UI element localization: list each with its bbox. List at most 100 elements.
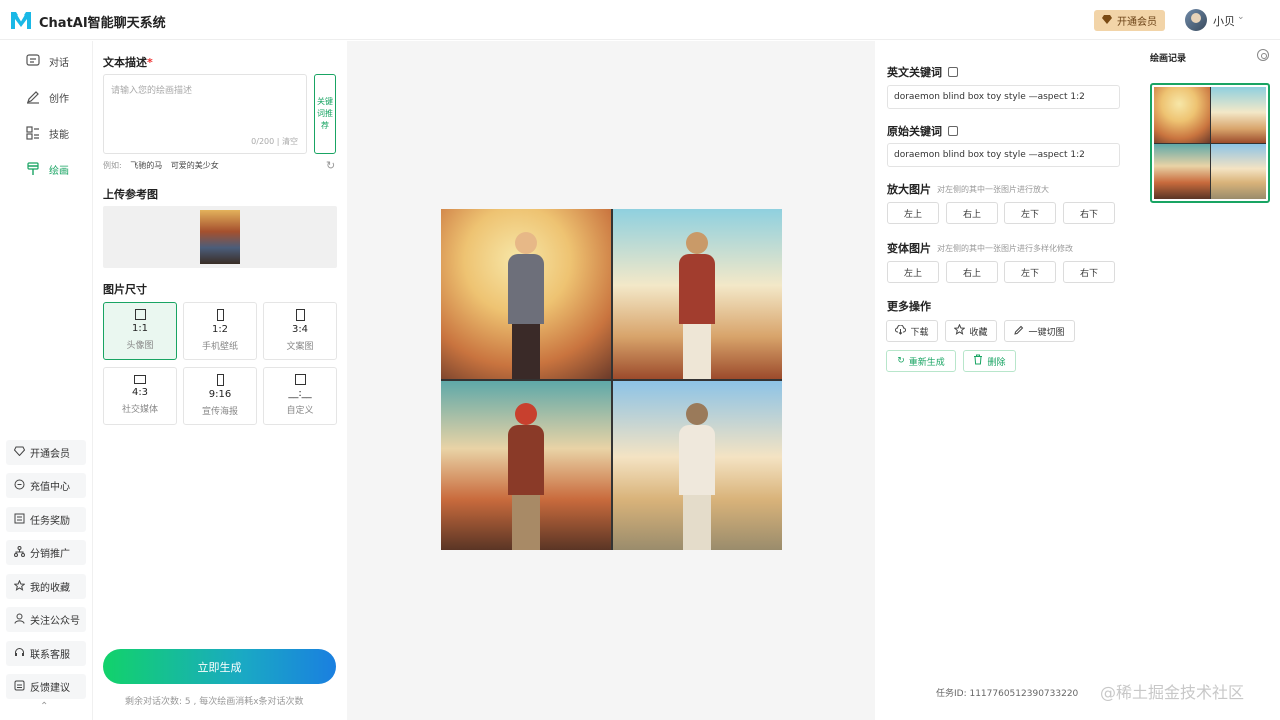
- variation-bottom-right-button[interactable]: 右下: [1063, 261, 1115, 283]
- generated-image-grid[interactable]: [441, 209, 782, 550]
- size-label: 手机壁纸: [201, 342, 238, 352]
- variation-top-left-button[interactable]: 左上: [887, 261, 939, 283]
- delete-button[interactable]: 删除: [963, 350, 1016, 372]
- star-icon: [953, 323, 967, 338]
- grid-icon: [25, 125, 41, 141]
- favorite-button[interactable]: 收藏: [945, 320, 997, 342]
- brush-icon: [25, 161, 41, 177]
- orig-keyword-title: 原始关键词: [887, 123, 958, 139]
- orig-keyword-field[interactable]: doraemon blind box toy style —aspect 1:2: [887, 143, 1120, 167]
- prompt-input[interactable]: 请输入您的绘画描述 0/200 | 清空: [103, 74, 307, 154]
- history-thumbnail-grid: [1154, 87, 1266, 199]
- diamond-icon: [13, 446, 26, 459]
- user-name[interactable]: 小贝: [1213, 13, 1235, 29]
- bottom-item-label: 我的收藏: [30, 583, 70, 594]
- size-option-custom[interactable]: __:__ 自定义: [263, 367, 337, 425]
- counter-value: 0/200: [251, 137, 275, 146]
- pencil-icon: [25, 89, 41, 105]
- square-ratio-icon: [134, 309, 146, 320]
- edit-icon: [1014, 325, 1024, 338]
- nav-item-create[interactable]: 创作: [25, 86, 85, 108]
- size-option-1-2[interactable]: 1:2 手机壁纸: [183, 302, 257, 360]
- history-title: 绘画记录: [1150, 54, 1187, 64]
- share-icon: [14, 545, 25, 560]
- user-icon: [14, 613, 25, 627]
- nav-item-skills[interactable]: 技能: [25, 122, 85, 144]
- download-button[interactable]: 下载: [886, 320, 938, 342]
- size-option-3-4[interactable]: 3:4 文案图: [263, 302, 337, 360]
- square-ratio-icon: [294, 374, 306, 385]
- reference-image-upload[interactable]: [103, 206, 337, 268]
- size-label: 文案图: [286, 342, 314, 352]
- generated-image-top-right[interactable]: [612, 209, 782, 379]
- upscale-top-left-button[interactable]: 左上: [887, 202, 939, 224]
- prompt-placeholder: 请输入您的绘画描述: [111, 86, 193, 96]
- bottom-item-tasks[interactable]: 任务奖励: [6, 507, 86, 532]
- vip-label: 开通会员: [1117, 17, 1157, 28]
- cut-image-button[interactable]: 一键切图: [1004, 320, 1075, 342]
- figure-head: [514, 403, 537, 425]
- bottom-item-vip[interactable]: 开通会员: [6, 440, 86, 465]
- size-option-4-3[interactable]: 4:3 社交媒体: [103, 367, 177, 425]
- figure-legs: [511, 495, 540, 550]
- bottom-item-favorites[interactable]: 我的收藏: [6, 574, 86, 599]
- en-keyword-field[interactable]: doraemon blind box toy style —aspect 1:2: [887, 85, 1120, 109]
- more-ops-title: 更多操作: [887, 300, 931, 313]
- figure-head: [686, 403, 709, 425]
- generated-image-bottom-left[interactable]: [441, 380, 611, 550]
- generate-button[interactable]: 立即生成: [103, 649, 336, 684]
- app-title: ChatAI智能聊天系统: [39, 16, 166, 31]
- app-logo-icon[interactable]: [10, 10, 32, 30]
- figure-shape: [679, 231, 716, 379]
- regenerate-label: 重新生成: [908, 357, 945, 368]
- figure-body: [507, 425, 544, 495]
- gear-icon[interactable]: [1257, 49, 1269, 61]
- example-item[interactable]: 飞驰的马: [130, 161, 162, 170]
- nav-label: 技能: [49, 129, 69, 141]
- reference-image-thumbnail[interactable]: [200, 210, 240, 264]
- example-item[interactable]: 可爱的美少女: [171, 161, 219, 170]
- upscale-top-right-button[interactable]: 右上: [946, 202, 998, 224]
- refresh-icon[interactable]: ↻: [326, 159, 335, 172]
- bottom-item-recharge[interactable]: 充值中心: [6, 473, 86, 498]
- upscale-bottom-right-button[interactable]: 右下: [1063, 202, 1115, 224]
- chevron-down-icon[interactable]: ⌄: [1237, 12, 1245, 22]
- header-vip-button[interactable]: 开通会员: [1094, 10, 1165, 31]
- bottom-item-distribution[interactable]: 分销推广: [6, 540, 86, 565]
- avatar[interactable]: [1185, 9, 1207, 31]
- generated-image-top-left[interactable]: [441, 209, 611, 379]
- size-title: 图片尺寸: [103, 283, 147, 296]
- bottom-item-support[interactable]: 联系客服: [6, 641, 86, 666]
- figure-legs: [683, 495, 712, 550]
- star-icon: [13, 579, 26, 594]
- nav-label: 对话: [49, 57, 69, 69]
- size-ratio: 9:16: [208, 389, 232, 400]
- copy-icon[interactable]: [948, 126, 958, 136]
- size-option-9-16[interactable]: 9:16 宣传海报: [183, 367, 257, 425]
- size-option-1-1[interactable]: 1:1 头像图: [103, 302, 177, 360]
- nav-item-draw[interactable]: 绘画: [25, 158, 85, 180]
- bottom-item-feedback[interactable]: 反馈建议: [6, 674, 86, 699]
- coin-icon: [14, 479, 25, 493]
- size-ratio: 1:1: [131, 323, 149, 334]
- variation-bottom-left-button[interactable]: 左下: [1004, 261, 1056, 283]
- bottom-item-follow[interactable]: 关注公众号: [6, 607, 86, 632]
- history-thumbnail[interactable]: [1150, 83, 1270, 203]
- copy-icon[interactable]: [948, 67, 958, 77]
- nav-item-chat[interactable]: 对话: [25, 50, 85, 72]
- variation-top-right-button[interactable]: 右上: [946, 261, 998, 283]
- remaining-count-text: 剩余对话次数: 5 , 每次绘画消耗x条对话次数: [125, 697, 304, 707]
- chevron-up-icon[interactable]: ⌃: [40, 701, 48, 712]
- portrait-ratio-icon: [295, 309, 305, 321]
- keyword-recommend-button[interactable]: 关键词推荐: [314, 74, 336, 154]
- example-prefix: 例如:: [103, 161, 122, 170]
- generated-image-bottom-right[interactable]: [612, 380, 782, 550]
- clear-button[interactable]: 清空: [282, 137, 298, 146]
- regenerate-button[interactable]: ↻ 重新生成: [886, 350, 956, 372]
- refresh-icon: ↻: [897, 356, 905, 366]
- upscale-bottom-left-button[interactable]: 左下: [1004, 202, 1056, 224]
- top-header: ChatAI智能聊天系统 开通会员 小贝 ⌄: [0, 0, 1280, 40]
- bottom-item-label: 联系客服: [30, 650, 70, 661]
- variation-hint: 对左侧的其中一张图片进行多样化修改: [937, 243, 1073, 253]
- delete-label: 删除: [987, 357, 1006, 368]
